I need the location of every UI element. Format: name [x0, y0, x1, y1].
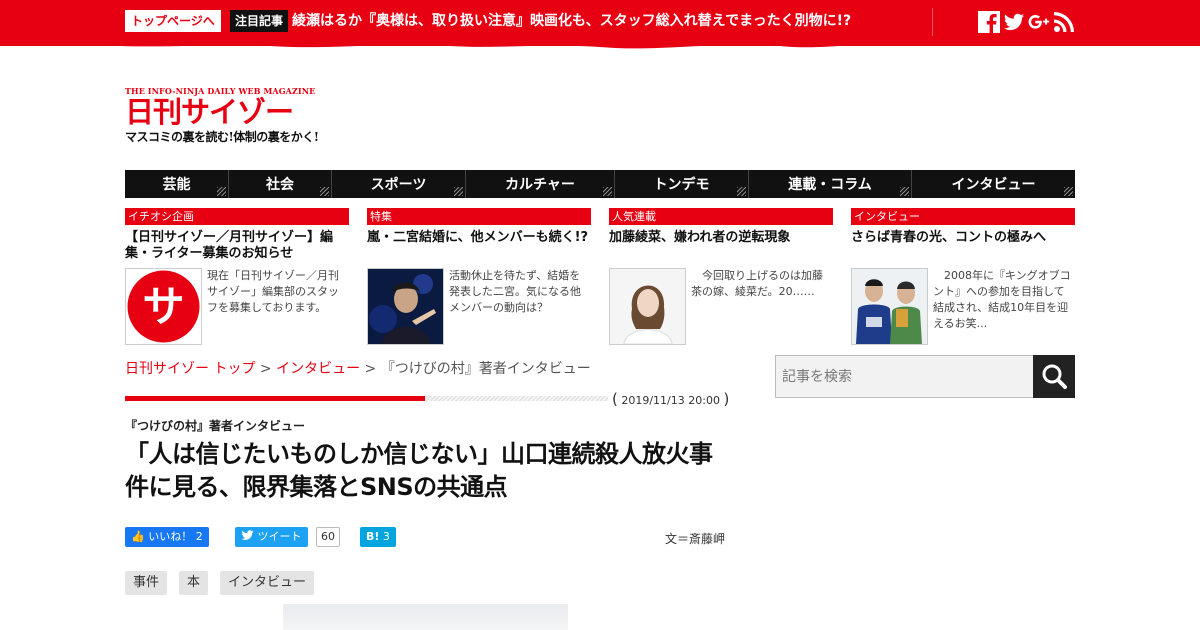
feature-excerpt: 活動休止を待たず、結婚を発表した二宮。気になる他メンバーの動向は？: [449, 269, 581, 314]
feature-thumbnail[interactable]: [367, 268, 444, 345]
breadcrumb-current: 『つけびの村』著者インタビュー: [380, 361, 591, 377]
nav-item-society[interactable]: 社会: [229, 170, 332, 198]
twitter-bird-icon: [241, 530, 254, 540]
hatena-bookmark-icon: B!: [366, 530, 380, 543]
facebook-like-count: 2: [195, 530, 203, 543]
article-hero-image: [283, 604, 568, 630]
date-bar-accent: [125, 396, 425, 401]
nav-label: 社会: [266, 177, 294, 193]
breadcrumb: 日刊サイゾー トップ > インタビュー > 『つけびの村』著者インタビュー: [125, 358, 591, 378]
nav-corner-decoration: [900, 187, 909, 196]
feature-thumbnail[interactable]: サ: [125, 268, 202, 345]
top-page-button[interactable]: トップページへ: [125, 10, 221, 32]
nav-corner-decoration: [603, 187, 612, 196]
nav-item-interview[interactable]: インタビュー: [912, 170, 1075, 198]
article-author: 文＝斎藤岬: [665, 532, 726, 546]
feature-excerpt: 今回取り上げるのは加藤茶の嫁、綾菜だ。20……: [691, 269, 823, 298]
feature-category-label: イチオシ企画: [125, 208, 349, 225]
nav-label: インタビュー: [951, 177, 1036, 193]
facebook-icon[interactable]: [978, 11, 1000, 33]
hatena-bookmark-button[interactable]: B! 3: [360, 527, 396, 547]
tag-interview[interactable]: インタビュー: [220, 571, 315, 595]
tweet-label: ツイート: [257, 530, 302, 543]
feature-thumbnail[interactable]: [851, 268, 928, 345]
site-logo[interactable]: THE INFO-NINJA DAILY WEB MAGAZINE 日刊サイゾー…: [125, 86, 320, 152]
facebook-like-label: いいね！: [148, 530, 193, 543]
top-bar-drip-decoration: [0, 40, 1200, 49]
nav-label: 芸能: [162, 177, 191, 193]
feature-thumbnail[interactable]: [609, 268, 686, 345]
feature-category-label: インタビュー: [851, 208, 1075, 225]
date-paren-open: (: [612, 390, 618, 408]
nav-corner-decoration: [320, 187, 329, 196]
article-headline: 「人は信じたいものしか信じない」山口連続殺人放火事件に見る、限界集落とSNSの共…: [125, 440, 713, 501]
nav-label: 連載・コラム: [788, 177, 872, 193]
nav-item-entertainment[interactable]: 芸能: [125, 170, 229, 198]
tweet-button[interactable]: ツイート: [235, 527, 308, 547]
feature-category-label: 特集: [367, 208, 591, 225]
breadcrumb-separator: >: [259, 361, 272, 377]
pickup-headline-link[interactable]: 綾瀬はるか『奥様は、取り扱い注意』映画化も、スタッフ総入れ替えでまったく別物に!…: [292, 10, 851, 32]
main-nav: 芸能 社会 スポーツ カルチャー トンデモ 連載・コラム インタビュー: [125, 170, 1075, 198]
feature-category-label: 人気連載: [609, 208, 833, 225]
feature-excerpt: 2008年に『キングオブコント』への参加を目指して結成され、結成10年目を迎える…: [933, 269, 1071, 330]
portrait-photo: [610, 269, 685, 344]
nav-corner-decoration: [454, 187, 463, 196]
logo-subtitle: マスコミの裏を読む!体制の裏をかく!: [125, 130, 319, 144]
nav-item-tondemo[interactable]: トンデモ: [615, 170, 749, 198]
feature-title[interactable]: 【日刊サイゾー／月刊サイゾー】編集・ライター募集のお知らせ: [125, 230, 349, 266]
performer-photo: [368, 269, 443, 344]
feature-excerpt: 現在「日刊サイゾー／月刊サイゾー」編集部のスタッフを募集しております。: [207, 269, 339, 314]
rss-icon[interactable]: [1053, 11, 1075, 33]
google-plus-icon[interactable]: [1028, 11, 1050, 33]
tweet-count: 60: [316, 527, 340, 547]
nav-label: カルチャー: [505, 177, 575, 193]
breadcrumb-home-link[interactable]: 日刊サイゾー トップ: [125, 361, 255, 377]
search-icon: [1042, 364, 1067, 389]
article-date-text: 2019/11/13 20:00: [621, 394, 720, 407]
saizo-logo-mark: サ: [126, 269, 201, 344]
feature-card-recruit[interactable]: イチオシ企画 【日刊サイゾー／月刊サイゾー】編集・ライター募集のお知らせ サ 現…: [125, 208, 349, 348]
feature-card-special[interactable]: 特集 嵐・二宮結婚に、他メンバーも続く!? 活動休止を待たず、結婚を発表した二宮…: [367, 208, 591, 348]
article-kicker: 『つけびの村』著者インタビュー: [125, 419, 306, 433]
date-paren-close: ): [723, 390, 730, 408]
twitter-icon[interactable]: [1003, 11, 1025, 33]
pickup-label: 注目記事: [230, 10, 289, 32]
feature-card-serial[interactable]: 人気連載 加藤綾菜、嫌われ者の逆転現象 今回取り上げるのは加藤茶の嫁、綾菜だ。2…: [609, 208, 833, 348]
comedy-duo-photo: [852, 269, 927, 344]
article-date: ( 2019/11/13 20:00 ): [608, 389, 734, 409]
logo-title: 日刊サイゾー: [125, 95, 294, 129]
nav-corner-decoration: [217, 187, 226, 196]
breadcrumb-category-link[interactable]: インタビュー: [276, 361, 360, 377]
feature-title[interactable]: 嵐・二宮結婚に、他メンバーも続く!?: [367, 230, 591, 266]
search-input[interactable]: [775, 355, 1034, 398]
nav-item-sports[interactable]: スポーツ: [332, 170, 466, 198]
tag-book[interactable]: 本: [179, 571, 209, 595]
svg-text:サ: サ: [142, 282, 184, 331]
top-divider: [932, 8, 933, 36]
facebook-like-button[interactable]: 👍 いいね！ 2: [125, 527, 209, 547]
search-button[interactable]: [1033, 355, 1075, 398]
feature-card-interview[interactable]: インタビュー さらば青春の光、コントの極みへ 2008年に『キングオブコント』へ…: [851, 208, 1075, 348]
feature-title[interactable]: さらば青春の光、コントの極みへ: [851, 230, 1075, 266]
nav-item-columns[interactable]: 連載・コラム: [749, 170, 912, 198]
hatena-bookmark-count: 3: [382, 530, 390, 543]
nav-item-culture[interactable]: カルチャー: [466, 170, 615, 198]
nav-corner-decoration: [737, 187, 746, 196]
feature-title[interactable]: 加藤綾菜、嫌われ者の逆転現象: [609, 230, 833, 266]
breadcrumb-separator: >: [364, 361, 377, 377]
tag-incident[interactable]: 事件: [125, 571, 168, 595]
nav-label: トンデモ: [653, 177, 710, 193]
nav-corner-decoration: [1064, 187, 1073, 196]
thumbs-up-icon: 👍: [131, 530, 145, 543]
nav-label: スポーツ: [370, 177, 427, 193]
